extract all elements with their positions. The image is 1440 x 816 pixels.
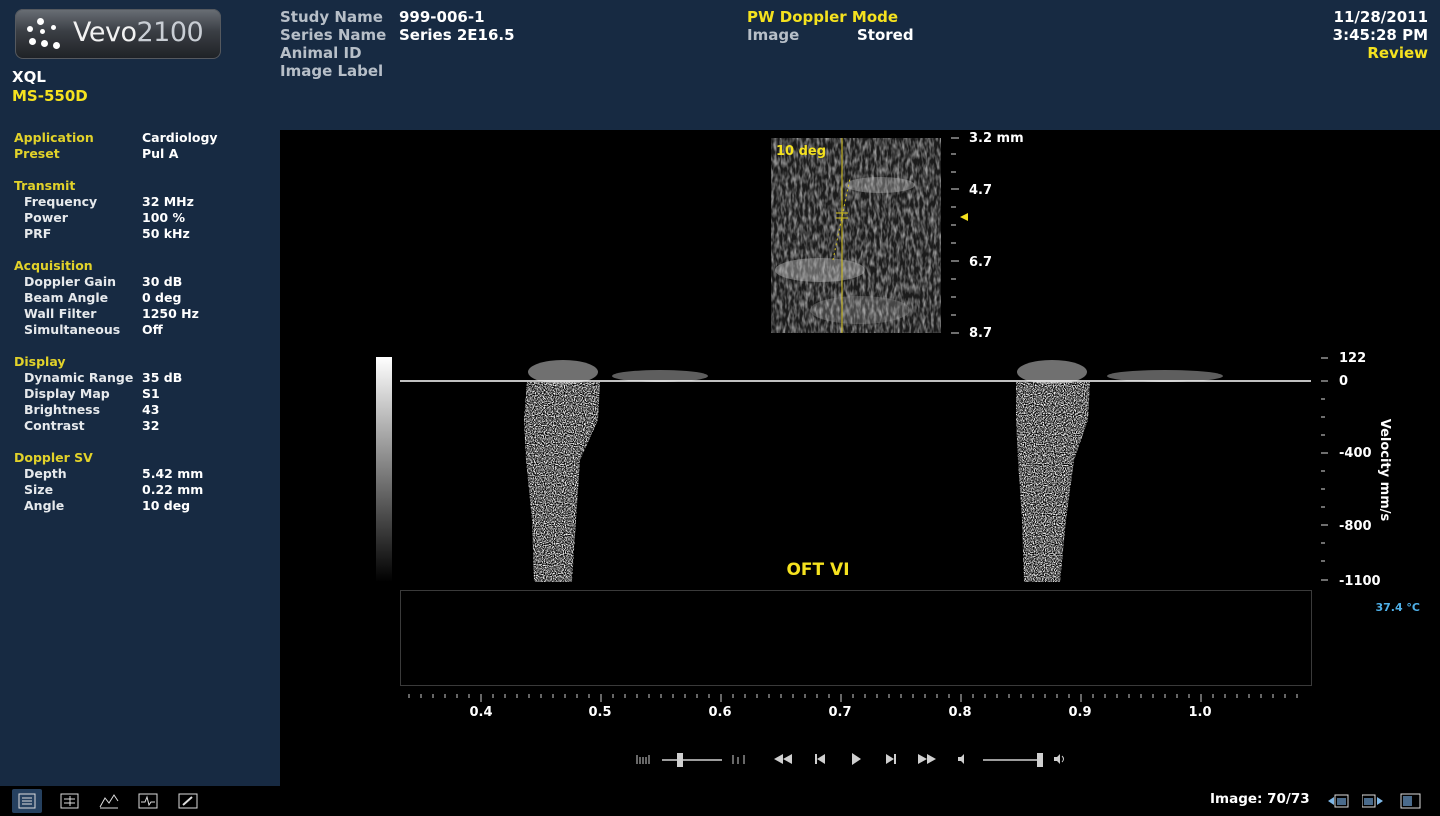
volume-low-icon[interactable] — [958, 754, 964, 764]
doppler-spectrum[interactable] — [520, 360, 1223, 585]
focus-marker-icon[interactable] — [960, 213, 968, 221]
grayscale-bar — [376, 357, 392, 582]
ultrasound-display[interactable]: 10 deg 3.2 mm 4.7 6.7 8.7 OFT VI 122 0 -… — [0, 0, 1440, 786]
physiology-trace-panel[interactable] — [400, 590, 1312, 686]
next-frame-icon[interactable] — [886, 754, 896, 764]
volume-high-icon[interactable] — [1054, 754, 1064, 764]
velocity-tick-label: 122 — [1339, 351, 1366, 366]
list-icon[interactable] — [12, 789, 42, 813]
volume-slider[interactable] — [983, 753, 1043, 767]
velocity-axis-label: Velocity mm/s — [1377, 419, 1392, 522]
physio-icon[interactable] — [132, 789, 162, 813]
time-tick-label: 1.0 — [1188, 705, 1211, 720]
time-tick-label: 0.7 — [828, 705, 851, 720]
time-tick-label: 0.5 — [588, 705, 611, 720]
time-tick-label: 0.6 — [708, 705, 731, 720]
slow-speed-icon[interactable] — [636, 755, 650, 764]
depth-tick-label: 3.2 mm — [969, 131, 1024, 146]
depth-tick-label: 8.7 — [969, 326, 992, 341]
play-icon[interactable] — [852, 753, 861, 765]
temperature-readout: 37.4 °C — [1375, 601, 1420, 614]
velocity-tick-label: 0 — [1339, 374, 1348, 389]
fast-speed-icon[interactable] — [732, 755, 745, 764]
bmode-image[interactable] — [771, 138, 941, 333]
time-tick-label: 0.9 — [1068, 705, 1091, 720]
previous-frame-icon[interactable] — [815, 754, 825, 764]
first-frame-icon[interactable] — [774, 754, 792, 764]
playback-controls — [636, 753, 1064, 767]
image-counter: Image: 70/73 — [1210, 791, 1310, 807]
velocity-tick-label: -400 — [1339, 446, 1372, 461]
velocity-tick-label: -800 — [1339, 519, 1372, 534]
bottom-toolbar: Image: 70/73 — [0, 786, 1440, 816]
time-tick-label: 0.8 — [948, 705, 971, 720]
depth-scale — [951, 137, 959, 334]
velocity-scale — [1321, 357, 1328, 581]
previous-image-icon[interactable] — [1322, 789, 1352, 813]
beam-angle-label: 10 deg — [776, 144, 826, 159]
time-tick-label: 0.4 — [469, 705, 492, 720]
depth-tick-label: 4.7 — [969, 183, 992, 198]
layout-icon[interactable] — [1394, 789, 1424, 813]
measurement-icon[interactable] — [54, 789, 84, 813]
velocity-tick-label: -1100 — [1339, 574, 1381, 589]
annotation-text[interactable]: OFT VI — [786, 560, 849, 580]
analysis-icon[interactable] — [93, 789, 123, 813]
last-frame-icon[interactable] — [918, 754, 936, 764]
depth-tick-label: 6.7 — [969, 255, 992, 270]
next-image-icon[interactable] — [1356, 789, 1386, 813]
time-axis — [408, 694, 1298, 702]
tools-icon[interactable] — [172, 789, 202, 813]
speed-slider[interactable] — [662, 753, 722, 767]
